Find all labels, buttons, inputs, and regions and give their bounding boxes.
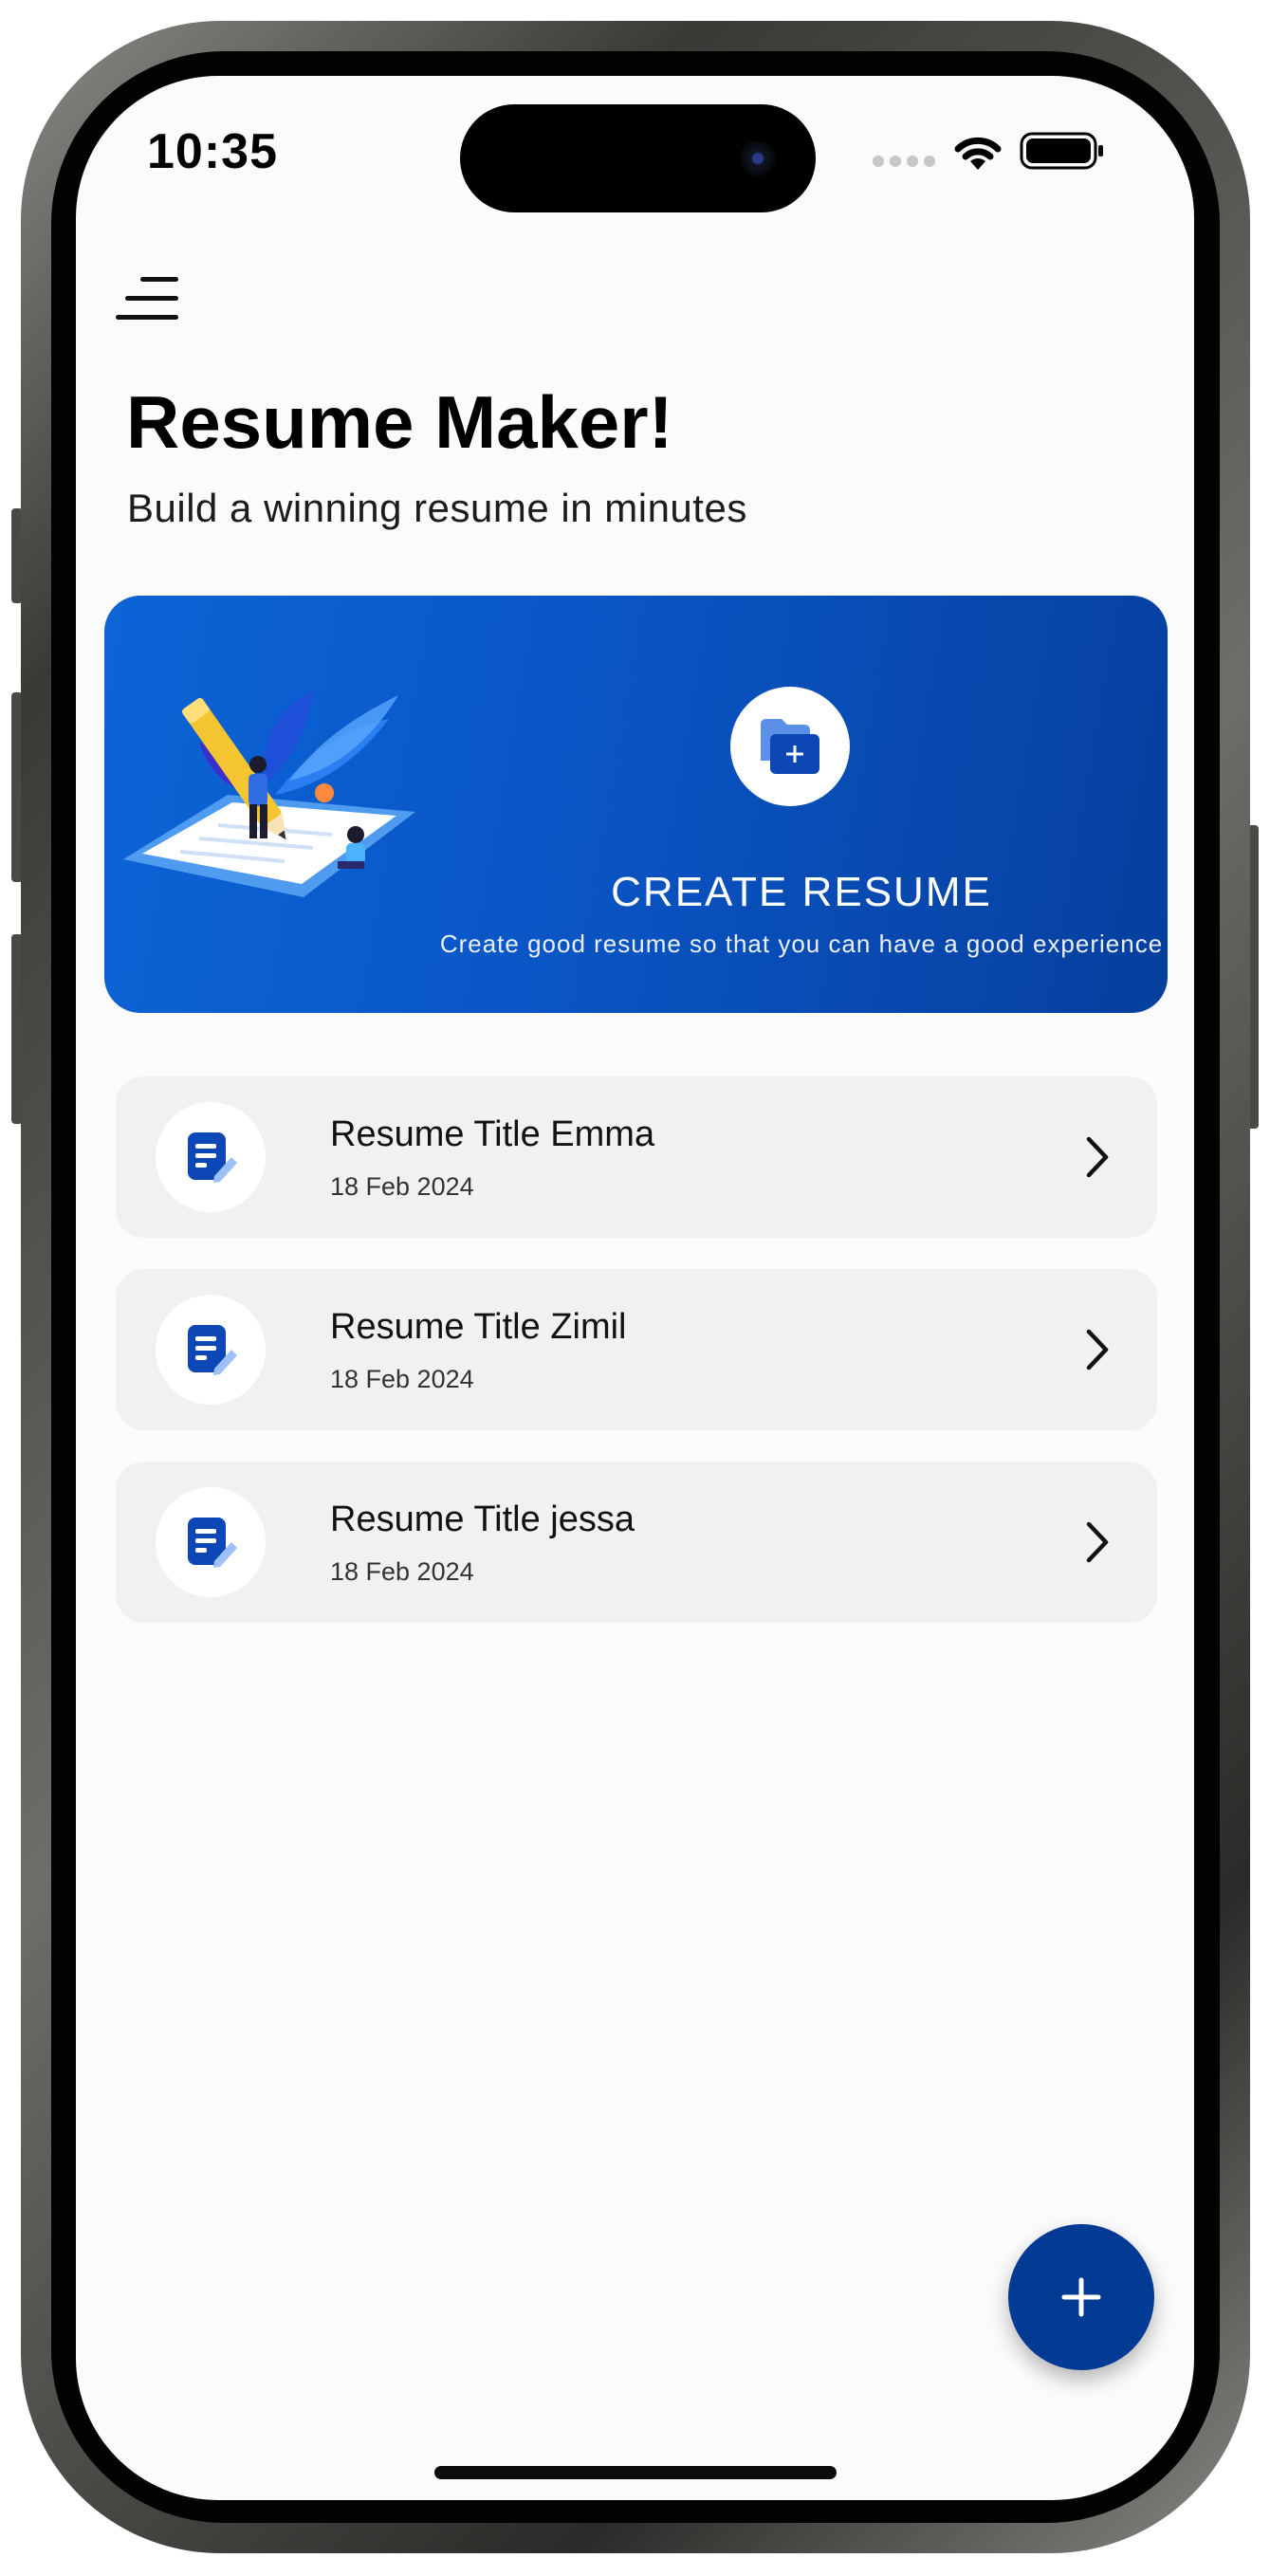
document-edit-icon <box>156 1295 266 1405</box>
document-edit-icon <box>156 1487 266 1597</box>
chevron-right-icon[interactable] <box>1085 1328 1110 1371</box>
chevron-right-icon[interactable] <box>1085 1520 1110 1564</box>
resume-list-item[interactable]: Resume Title jessa 18 Feb 2024 <box>116 1462 1157 1623</box>
banner-title: CREATE RESUME <box>611 869 992 915</box>
resume-list-item[interactable]: Resume Title Emma 18 Feb 2024 <box>116 1076 1157 1238</box>
cellular-signal-icon <box>873 156 935 167</box>
status-time: 10:35 <box>147 124 278 179</box>
wifi-icon <box>954 137 1002 170</box>
resume-date: 18 Feb 2024 <box>330 1365 474 1393</box>
resume-date: 18 Feb 2024 <box>330 1172 474 1201</box>
camera-lens-icon <box>740 140 776 176</box>
resume-title: Resume Title Emma <box>330 1114 655 1154</box>
battery-icon <box>1020 132 1103 170</box>
resume-date: 18 Feb 2024 <box>330 1557 474 1586</box>
add-resume-button[interactable] <box>1008 2224 1154 2370</box>
folder-add-icon <box>730 687 850 806</box>
plus-icon <box>1061 2277 1101 2317</box>
page-subtitle: Build a winning resume in minutes <box>127 486 747 530</box>
dynamic-island <box>460 104 816 212</box>
chevron-right-icon[interactable] <box>1085 1135 1110 1179</box>
resume-writing-illustration-icon <box>123 690 415 897</box>
menu-icon[interactable] <box>114 275 182 324</box>
page-title: Resume Maker! <box>126 380 673 464</box>
home-indicator[interactable] <box>434 2466 837 2479</box>
resume-title: Resume Title Zimil <box>330 1307 627 1347</box>
resume-list-item[interactable]: Resume Title Zimil 18 Feb 2024 <box>116 1269 1157 1430</box>
document-edit-icon <box>156 1102 266 1212</box>
create-resume-banner[interactable]: CREATE RESUME Create good resume so that… <box>104 596 1168 1013</box>
banner-subtitle: Create good resume so that you can have … <box>439 929 1164 958</box>
resume-title: Resume Title jessa <box>330 1500 635 1539</box>
